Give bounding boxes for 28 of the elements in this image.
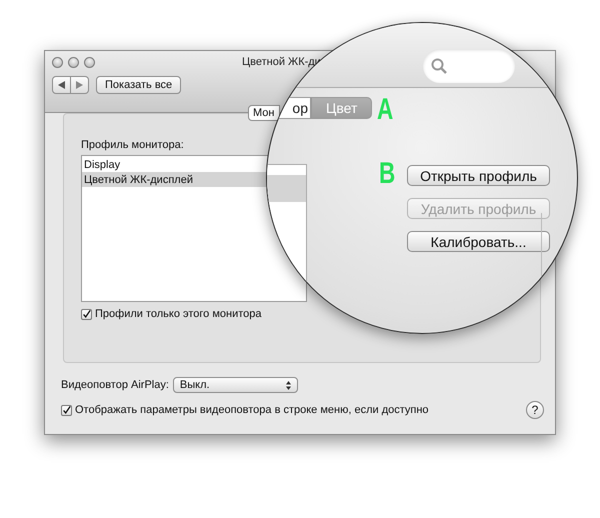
checkbox-label: Профили только этого монитора — [95, 308, 262, 320]
stepper-arrows-icon — [286, 380, 291, 390]
profile-button[interactable]: Открыть профиль — [407, 165, 550, 186]
show-all-button[interactable]: Показать все — [96, 76, 182, 94]
selected-row — [267, 175, 306, 202]
forward-icon — [76, 81, 83, 89]
tab[interactable]: Мон — [248, 105, 280, 121]
window-control-button[interactable] — [84, 56, 95, 68]
search-field[interactable] — [423, 49, 515, 83]
window-control-button[interactable] — [52, 56, 63, 68]
forward-button[interactable] — [71, 76, 89, 94]
list-item[interactable]: Display — [82, 157, 268, 172]
help-button[interactable]: ? — [526, 401, 544, 419]
profile-button[interactable]: Калибровать... — [407, 231, 550, 252]
airplay-dropdown[interactable]: Выкл. — [172, 377, 298, 393]
annotation-letter: B — [379, 157, 396, 191]
back-button[interactable] — [52, 76, 71, 94]
annotation-letter: A — [377, 93, 394, 127]
checkbox[interactable] — [81, 308, 92, 320]
search-icon — [431, 58, 447, 74]
dropdown-value: Выкл. — [180, 379, 210, 391]
window-control-button[interactable] — [68, 56, 79, 68]
checkbox[interactable] — [61, 404, 72, 416]
profile-label: Профиль монитора: — [81, 139, 185, 151]
checkbox-label: Отображать параметры видеоповтора в строке меню, если доступно — [75, 404, 429, 416]
back-icon — [58, 81, 65, 89]
list-item[interactable]: Цветной ЖК-дисплей — [82, 172, 268, 187]
airplay-label: Видеоповтор AirPlay: — [61, 379, 169, 391]
